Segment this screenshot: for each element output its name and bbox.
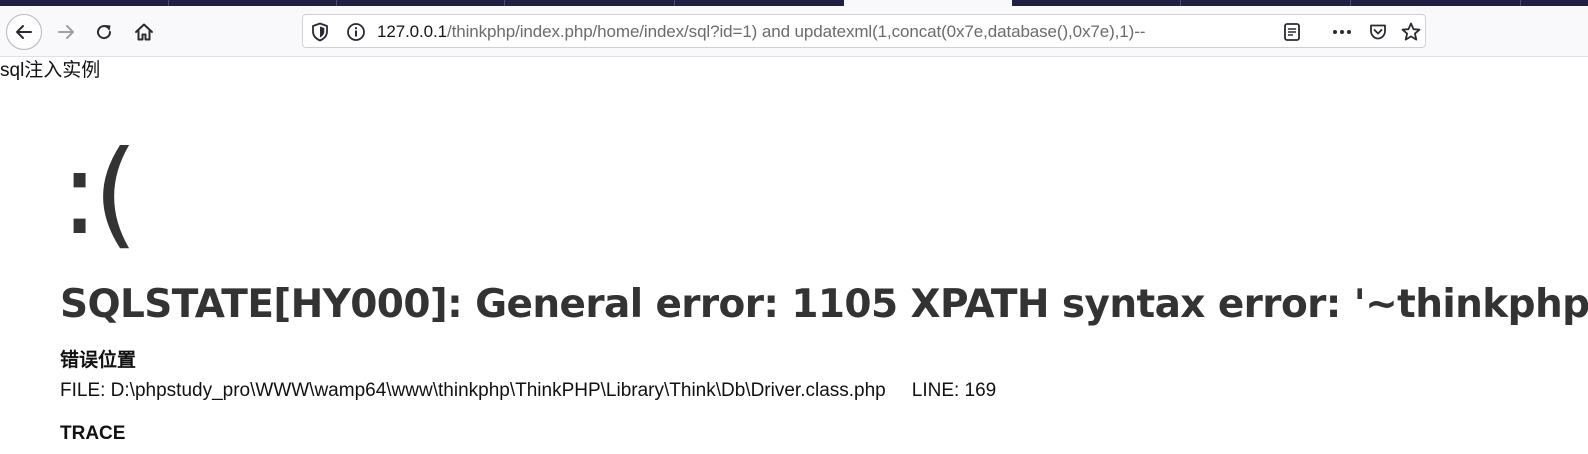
pocket-icon [1370, 24, 1386, 40]
url-path: /thinkphp/index.php/home/index/sql?id=1)… [447, 22, 1146, 41]
tracking-protection-button[interactable] [309, 21, 331, 43]
reload-button[interactable] [86, 14, 122, 50]
trace-title: TRACE [60, 423, 126, 444]
forward-button[interactable] [48, 14, 84, 50]
tracking-protection-shield-icon [312, 22, 328, 42]
more-actions-icon [1333, 30, 1351, 34]
navigation-toolbar: 127.0.0.1/thinkphp/index.php/home/index/… [0, 6, 1588, 57]
sad-face-emoticon: :( [60, 126, 138, 261]
site-info-button[interactable] [345, 21, 367, 43]
forward-arrow-icon [58, 25, 74, 39]
reader-view-icon [1284, 23, 1300, 41]
back-button[interactable] [6, 14, 42, 50]
page-heading: sql注入实例 [0, 60, 101, 81]
page-actions-button[interactable] [1331, 21, 1353, 43]
back-arrow-icon [16, 25, 32, 39]
home-button[interactable] [126, 14, 162, 50]
site-info-icon [347, 23, 365, 41]
home-icon [135, 23, 153, 41]
error-file-line: FILE: D:\phpstudy_pro\WWW\wamp64\www\thi… [60, 380, 996, 402]
error-message: SQLSTATE[HY000]: General error: 1105 XPA… [60, 282, 1588, 327]
url-text[interactable]: 127.0.0.1/thinkphp/index.php/home/index/… [377, 22, 1145, 42]
error-line-number: LINE: 169 [911, 380, 997, 401]
address-bar[interactable]: 127.0.0.1/thinkphp/index.php/home/index/… [302, 14, 1426, 48]
url-host: 127.0.0.1 [377, 22, 447, 41]
reload-icon [97, 25, 112, 40]
bookmark-star-icon [1401, 22, 1421, 41]
bookmark-button[interactable] [1400, 21, 1422, 43]
error-file-path: FILE: D:\phpstudy_pro\WWW\wamp64\www\thi… [60, 380, 886, 401]
reader-view-button[interactable] [1281, 21, 1303, 43]
error-location-title: 错误位置 [60, 350, 137, 371]
pocket-button[interactable] [1367, 21, 1389, 43]
